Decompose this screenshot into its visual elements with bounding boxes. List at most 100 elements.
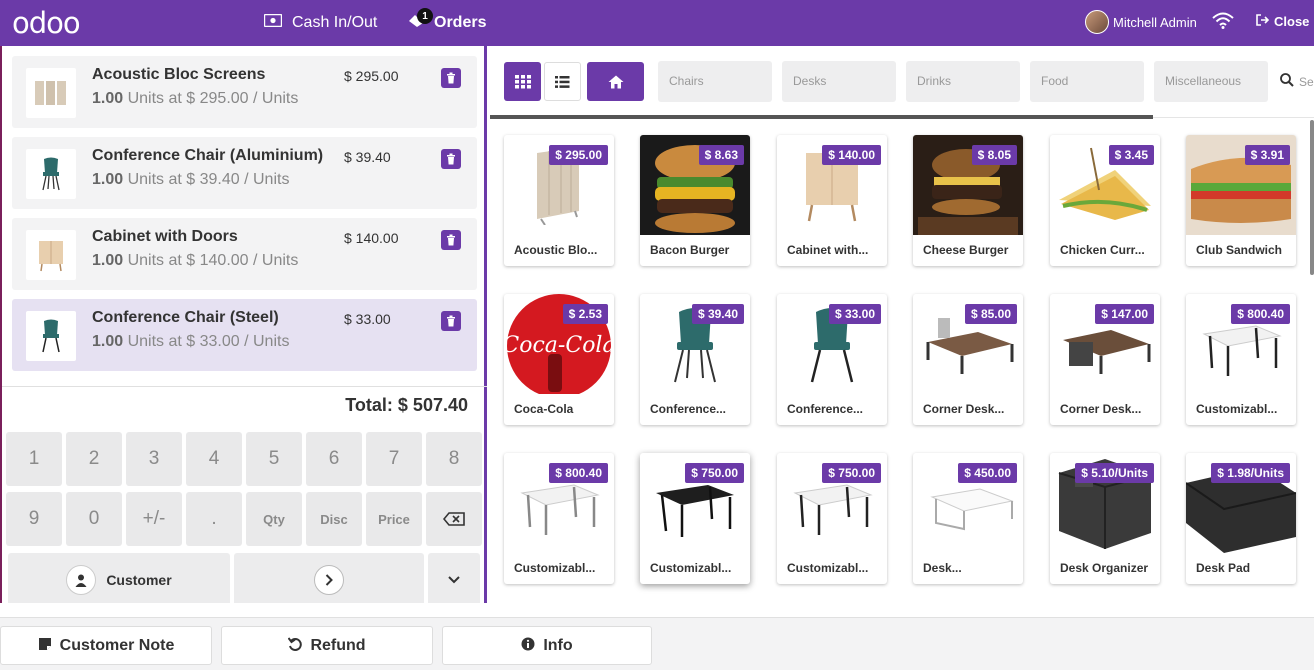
list-icon xyxy=(555,75,570,88)
product-card[interactable]: $ 1.98/Units Desk Pad xyxy=(1186,453,1296,584)
product-card[interactable]: $ 800.40 Customizabl... xyxy=(504,453,614,584)
product-card[interactable]: $ 8.63 Bacon Burger xyxy=(640,135,750,266)
product-name: Chicken Curr... xyxy=(1060,243,1145,257)
numpad-key-plus-minus[interactable]: +/- xyxy=(126,492,182,546)
product-card[interactable]: $ 750.00 Customizabl... xyxy=(777,453,887,584)
order-line-price: $ 140.00 xyxy=(344,230,399,246)
product-name: Customizabl... xyxy=(650,561,732,575)
loading-bar xyxy=(490,115,1153,119)
product-name: Customizabl... xyxy=(1196,402,1278,416)
order-line-detail: 1.00 Units at $ 33.00 / Units xyxy=(92,333,290,350)
numpad-key-2[interactable]: 2 xyxy=(66,432,122,486)
product-card[interactable]: $ 85.00 Corner Desk... xyxy=(913,294,1023,425)
category-desks[interactable]: Desks xyxy=(782,61,896,102)
user-icon xyxy=(66,565,97,595)
product-name: Conference... xyxy=(787,402,864,416)
product-price-badge: $ 147.00 xyxy=(1095,304,1154,324)
refund-button[interactable]: Refund xyxy=(221,626,433,665)
numpad-key-8[interactable]: 8 xyxy=(426,432,482,486)
product-name: Customizabl... xyxy=(514,561,596,575)
product-price-badge: $ 2.53 xyxy=(562,304,608,324)
info-button[interactable]: Info xyxy=(442,626,652,665)
payment-button[interactable] xyxy=(234,553,424,607)
numpad-key-decimal[interactable]: . xyxy=(186,492,242,546)
product-card[interactable]: $ 39.40 Conference... xyxy=(640,294,750,425)
numpad-key-0[interactable]: 0 xyxy=(66,492,122,546)
delete-line-button[interactable] xyxy=(441,311,461,331)
order-line-price: $ 295.00 xyxy=(344,68,399,84)
numpad-key-1[interactable]: 1 xyxy=(6,432,62,486)
category-miscellaneous[interactable]: Miscellaneous xyxy=(1154,61,1268,102)
search-icon xyxy=(1280,73,1294,90)
category-chairs[interactable]: Chairs xyxy=(658,61,772,102)
product-name: Club Sandwich xyxy=(1196,243,1283,257)
product-toolbar: Chairs Desks Drinks Food Miscellaneous S… xyxy=(490,46,1314,119)
product-card[interactable]: $ 450.00 Desk... xyxy=(913,453,1023,584)
orders-button[interactable]: 1 Orders xyxy=(408,0,486,46)
order-total: Total: $ 507.40 xyxy=(345,395,468,415)
info-icon xyxy=(521,637,535,654)
backspace-button[interactable] xyxy=(426,492,482,546)
product-card[interactable]: Coca-Cola $ 2.53 Coca-Cola xyxy=(504,294,614,425)
order-line-selected[interactable]: Conference Chair (Steel) 1.00 Units at $… xyxy=(12,299,477,371)
trash-icon xyxy=(447,72,455,84)
numpad-mode-disc[interactable]: Disc xyxy=(306,492,362,546)
product-name: Cabinet with... xyxy=(787,243,869,257)
customer-note-button[interactable]: Customer Note xyxy=(0,626,212,665)
search-input[interactable]: Se xyxy=(1280,73,1314,90)
chair-icon xyxy=(26,311,76,361)
product-price-badge: $ 5.10/Units xyxy=(1075,463,1154,483)
user-menu[interactable]: Mitchell Admin xyxy=(1085,10,1197,34)
search-placeholder: Se xyxy=(1299,74,1314,89)
close-label: Close xyxy=(1274,14,1310,29)
numpad-mode-price[interactable]: Price xyxy=(366,492,422,546)
product-card[interactable]: $ 8.05 Cheese Burger xyxy=(913,135,1023,266)
numpad-key-5[interactable]: 5 xyxy=(246,432,302,486)
product-card[interactable]: $ 147.00 Corner Desk... xyxy=(1050,294,1160,425)
spacer xyxy=(0,603,487,617)
product-price-badge: $ 1.98/Units xyxy=(1211,463,1290,483)
cash-in-out-button[interactable]: Cash In/Out xyxy=(263,0,378,46)
product-card[interactable]: $ 295.00 Acoustic Blo... xyxy=(504,135,614,266)
bottom-action-bar: Customer Note Refund Info xyxy=(0,617,1314,670)
category-food[interactable]: Food xyxy=(1030,61,1144,102)
delete-line-button[interactable] xyxy=(441,149,461,169)
order-line[interactable]: Cabinet with Doors 1.00 Units at $ 140.0… xyxy=(12,218,477,290)
product-card[interactable]: $ 750.00 Customizabl... xyxy=(640,453,750,584)
numpad-key-3[interactable]: 3 xyxy=(126,432,182,486)
numpad-key-9[interactable]: 9 xyxy=(6,492,62,546)
numpad-key-7[interactable]: 7 xyxy=(366,432,422,486)
note-icon xyxy=(38,637,52,654)
product-name: Coca-Cola xyxy=(514,402,574,416)
customer-button[interactable]: Customer xyxy=(8,553,230,607)
numpad-key-6[interactable]: 6 xyxy=(306,432,362,486)
numpad-mode-qty[interactable]: Qty xyxy=(246,492,302,546)
order-line[interactable]: Conference Chair (Aluminium) 1.00 Units … xyxy=(12,137,477,209)
scrollbar[interactable] xyxy=(1310,120,1314,275)
product-card[interactable]: $ 800.40 Customizabl... xyxy=(1186,294,1296,425)
delete-line-button[interactable] xyxy=(441,230,461,250)
delete-line-button[interactable] xyxy=(441,68,461,88)
home-category-button[interactable] xyxy=(587,62,644,101)
category-drinks[interactable]: Drinks xyxy=(906,61,1020,102)
grid-view-button[interactable] xyxy=(504,62,541,101)
product-card[interactable]: $ 3.91 Club Sandwich xyxy=(1186,135,1296,266)
product-card[interactable]: $ 140.00 Cabinet with... xyxy=(777,135,887,266)
numpad-key-4[interactable]: 4 xyxy=(186,432,242,486)
customer-label: Customer xyxy=(106,572,172,588)
product-card[interactable]: $ 33.00 Conference... xyxy=(777,294,887,425)
product-name: Corner Desk... xyxy=(923,402,1005,416)
list-view-button[interactable] xyxy=(544,62,581,101)
product-card[interactable]: $ 3.45 Chicken Curr... xyxy=(1050,135,1160,266)
product-price-badge: $ 85.00 xyxy=(964,304,1017,324)
product-name: Corner Desk... xyxy=(1060,402,1142,416)
cash-in-out-label: Cash In/Out xyxy=(292,14,378,31)
divider xyxy=(0,386,487,387)
wifi-icon xyxy=(1212,11,1234,34)
order-line-detail: 1.00 Units at $ 39.40 / Units xyxy=(92,171,290,188)
order-line[interactable]: Acoustic Bloc Screens 1.00 Units at $ 29… xyxy=(12,56,477,128)
orders-count-badge: 1 xyxy=(417,8,433,24)
more-options-button[interactable] xyxy=(428,553,480,607)
close-button[interactable]: Close xyxy=(1256,14,1309,29)
product-card[interactable]: $ 5.10/Units Desk Organizer xyxy=(1050,453,1160,584)
